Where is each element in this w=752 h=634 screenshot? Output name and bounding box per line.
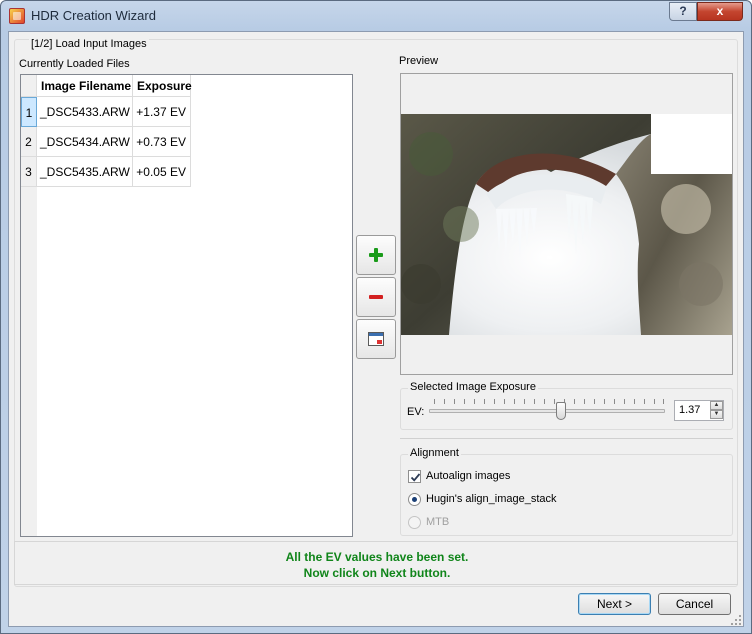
table-row[interactable]: 1 _DSC5433.ARW +1.37 EV xyxy=(21,97,191,127)
column-header-exposure[interactable]: Exposure xyxy=(133,75,192,96)
alignment-group-title: Alignment xyxy=(408,447,461,459)
row-filename: _DSC5434.ARW xyxy=(37,127,133,157)
row-filename: _DSC5433.ARW xyxy=(37,97,133,127)
row-exposure: +0.05 EV xyxy=(133,157,191,187)
hugin-label[interactable]: Hugin's align_image_stack xyxy=(426,493,557,505)
spin-down-icon[interactable]: ▼ xyxy=(710,410,723,419)
plus-icon xyxy=(369,248,383,262)
hugin-radio[interactable] xyxy=(408,493,421,506)
column-header-filename[interactable]: Image Filename xyxy=(37,75,133,96)
minus-icon xyxy=(369,295,383,299)
checkmark-icon xyxy=(410,473,421,482)
ev-spinbox[interactable]: 1.37 ▲ ▼ xyxy=(674,400,724,421)
app-icon xyxy=(9,8,25,24)
status-line-1: All the EV values have been set. xyxy=(285,550,469,564)
resize-grip-icon[interactable] xyxy=(731,615,742,626)
exposure-group-title: Selected Image Exposure xyxy=(408,381,538,393)
add-images-button[interactable] xyxy=(356,235,396,275)
row-exposure: +0.73 EV xyxy=(133,127,191,157)
show-image-button[interactable] xyxy=(356,319,396,359)
autoalign-checkbox[interactable] xyxy=(408,470,421,483)
window-title: HDR Creation Wizard xyxy=(31,8,156,23)
row-index[interactable]: 2 xyxy=(21,127,37,157)
row-index[interactable]: 3 xyxy=(21,157,37,187)
autoalign-label[interactable]: Autoalign images xyxy=(426,470,510,482)
preview-image xyxy=(401,114,732,335)
table-corner[interactable] xyxy=(21,75,37,96)
row-filename: _DSC5435.ARW xyxy=(37,157,133,187)
files-table[interactable]: Image Filename Exposure 1 _DSC5433.ARW +… xyxy=(20,74,353,537)
divider xyxy=(400,438,733,439)
status-line-2: Now click on Next button. xyxy=(303,566,451,580)
status-panel: All the EV values have been set. Now cli… xyxy=(14,541,738,585)
ev-value[interactable]: 1.37 xyxy=(679,404,700,416)
mtb-label: MTB xyxy=(426,516,450,528)
preview-label: Preview xyxy=(399,55,439,67)
title-bar[interactable]: HDR Creation Wizard ? x xyxy=(1,1,751,31)
table-row[interactable]: 3 _DSC5435.ARW +0.05 EV xyxy=(21,157,191,187)
step-title: [1/2] Load Input Images xyxy=(29,38,149,50)
alignment-group: Alignment Autoalign images Hugin's align… xyxy=(400,447,733,536)
dialog-body: [1/2] Load Input Images Currently Loaded… xyxy=(8,31,744,627)
preview-panel xyxy=(400,73,733,375)
spin-up-icon[interactable]: ▲ xyxy=(710,401,723,410)
remove-image-button[interactable] xyxy=(356,277,396,317)
row-exposure: +1.37 EV xyxy=(133,97,191,127)
table-header: Image Filename Exposure xyxy=(21,75,192,97)
row-index[interactable]: 1 xyxy=(21,97,37,127)
help-button[interactable]: ? xyxy=(669,2,697,21)
image-window-icon xyxy=(368,332,384,346)
hdr-wizard-window: HDR Creation Wizard ? x [1/2] Load Input… xyxy=(0,0,752,634)
slider-ticks xyxy=(434,399,664,404)
mtb-radio xyxy=(408,516,421,529)
ev-slider-track[interactable] xyxy=(429,409,665,413)
table-row[interactable]: 2 _DSC5434.ARW +0.73 EV xyxy=(21,127,191,157)
next-button[interactable]: Next > xyxy=(578,593,651,615)
ev-label: EV: xyxy=(407,406,425,418)
close-button[interactable]: x xyxy=(697,2,743,21)
files-label: Currently Loaded Files xyxy=(19,58,130,70)
cancel-button[interactable]: Cancel xyxy=(658,593,731,615)
exposure-group: Selected Image Exposure EV: 1.37 ▲ ▼ xyxy=(400,381,733,430)
ev-slider-handle[interactable] xyxy=(556,402,567,420)
